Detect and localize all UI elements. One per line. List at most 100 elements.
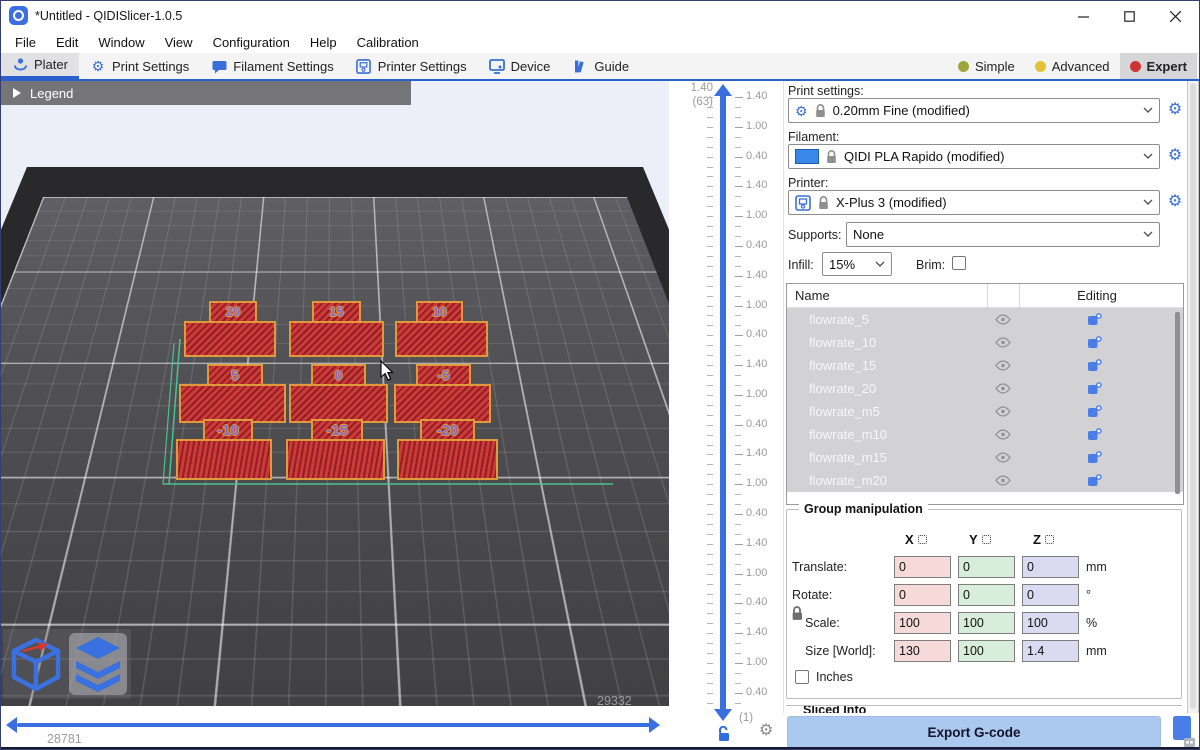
tab-filament-settings[interactable]: Filament Settings — [200, 53, 344, 79]
scale-z-input[interactable] — [1022, 612, 1079, 634]
object-row-flowrate_15[interactable]: flowrate_15 — [787, 354, 1183, 377]
menu-help[interactable]: Help — [300, 35, 347, 50]
maximize-button[interactable] — [1106, 1, 1152, 31]
printer-icon — [356, 58, 372, 74]
axis-reset-icon[interactable] — [982, 535, 991, 544]
visibility-eye-icon[interactable] — [995, 406, 1011, 420]
sizeworld-x-input[interactable] — [894, 640, 951, 662]
visibility-eye-icon[interactable] — [995, 360, 1011, 374]
edit-object-icon[interactable] — [1087, 313, 1102, 329]
layer-slider-track[interactable] — [720, 95, 726, 711]
object-row-flowrate_20[interactable]: flowrate_20 — [787, 377, 1183, 400]
viewport-3d[interactable]: 20151050-5-10-15-20 Legend — [1, 81, 669, 706]
unit-label: ° — [1086, 588, 1091, 602]
rotate-x-input[interactable] — [894, 584, 951, 606]
menu-calibration[interactable]: Calibration — [347, 35, 429, 50]
row-label-translate: Translate: — [792, 560, 847, 574]
infill-dropdown[interactable]: 15% — [822, 252, 892, 276]
3d-view-button[interactable] — [7, 633, 65, 695]
move-slider-track[interactable] — [17, 723, 651, 727]
layer-height-tick-label: 1.40 — [746, 90, 767, 102]
menu-view[interactable]: View — [155, 35, 203, 50]
mode-advanced[interactable]: Advanced — [1025, 53, 1120, 79]
tab-label: Printer Settings — [378, 59, 467, 74]
mode-simple[interactable]: Simple — [948, 53, 1025, 79]
edit-object-icon[interactable] — [1087, 382, 1102, 398]
visibility-eye-icon[interactable] — [995, 429, 1011, 443]
visibility-eye-icon[interactable] — [995, 314, 1011, 328]
panel-scrollbar[interactable] — [1187, 81, 1199, 713]
mode-expert[interactable]: Expert — [1120, 53, 1197, 79]
minimize-button[interactable] — [1060, 1, 1106, 31]
object-row-flowrate_m20[interactable]: flowrate_m20 — [787, 469, 1183, 492]
visibility-eye-icon[interactable] — [995, 337, 1011, 351]
axis-reset-icon[interactable] — [918, 535, 927, 544]
tab-plater[interactable]: Plater — [1, 53, 79, 79]
legend-header[interactable]: Legend — [1, 81, 411, 105]
move-slider-right-arrow[interactable] — [649, 717, 660, 733]
scale-x-input[interactable] — [894, 612, 951, 634]
sizeworld-y-input[interactable] — [958, 640, 1015, 662]
menu-configuration[interactable]: Configuration — [203, 35, 300, 50]
rotate-z-input[interactable] — [1022, 584, 1079, 606]
sizeworld-z-input[interactable] — [1022, 640, 1079, 662]
edit-object-icon[interactable] — [1087, 359, 1102, 375]
printer-icon — [795, 195, 811, 211]
object-row-flowrate_m5[interactable]: flowrate_m5 — [787, 400, 1183, 423]
scale-y-input[interactable] — [958, 612, 1015, 634]
edit-object-icon[interactable] — [1087, 428, 1102, 444]
visibility-eye-icon[interactable] — [995, 383, 1011, 397]
filament-dropdown[interactable]: QIDI PLA Rapido (modified) — [788, 144, 1160, 169]
inches-checkbox[interactable] — [795, 670, 809, 684]
layer-slider-settings-button[interactable]: ⚙ — [759, 723, 773, 739]
mode-label: Advanced — [1052, 59, 1110, 74]
translate-x-input[interactable] — [894, 556, 951, 578]
window-title: *Untitled - QIDISlicer-1.0.5 — [35, 9, 182, 23]
tab-device[interactable]: Device — [478, 53, 562, 79]
lock-icon — [815, 104, 826, 118]
printer-dropdown[interactable]: X-Plus 3 (modified) — [788, 190, 1160, 215]
object-list-scrollbar[interactable] — [1175, 312, 1180, 494]
scale-lock-button[interactable] — [791, 606, 804, 624]
move-slider-left-arrow[interactable] — [6, 717, 17, 733]
menu-edit[interactable]: Edit — [46, 35, 88, 50]
object-row-flowrate_5[interactable]: flowrate_5 — [787, 308, 1183, 331]
brim-checkbox[interactable] — [952, 256, 966, 270]
edit-object-icon[interactable] — [1087, 336, 1102, 352]
expand-arrow-icon — [13, 88, 21, 98]
object-name: flowrate_m15 — [809, 450, 887, 465]
filament-edit-button[interactable]: ⚙ — [1166, 147, 1184, 165]
layer-height-tick-label: 1.40 — [746, 179, 767, 191]
edit-object-icon[interactable] — [1087, 474, 1102, 490]
axis-reset-icon[interactable] — [1045, 535, 1054, 544]
layer-range-lock-button[interactable] — [717, 726, 731, 747]
translate-z-input[interactable] — [1022, 556, 1079, 578]
visibility-eye-icon[interactable] — [995, 452, 1011, 466]
translate-y-input[interactable] — [958, 556, 1015, 578]
qidislicer-window: *Untitled - QIDISlicer-1.0.5 FileEditWin… — [0, 0, 1200, 750]
rotate-y-input[interactable] — [958, 584, 1015, 606]
tab-guide[interactable]: Guide — [561, 53, 640, 79]
edit-object-icon[interactable] — [1087, 451, 1102, 467]
object-row-flowrate_m10[interactable]: flowrate_m10 — [787, 423, 1183, 446]
layer-slider-lower-thumb[interactable] — [714, 709, 732, 721]
export-gcode-button[interactable]: Export G-code — [787, 716, 1161, 748]
layer-height-tick-label: 0.40 — [746, 596, 767, 608]
export-to-removable-button[interactable] — [1167, 715, 1199, 749]
menu-window[interactable]: Window — [88, 35, 154, 50]
supports-value: None — [853, 227, 884, 242]
menu-file[interactable]: File — [5, 35, 46, 50]
object-row-flowrate_10[interactable]: flowrate_10 — [787, 331, 1183, 354]
edit-object-icon[interactable] — [1087, 405, 1102, 421]
print-settings-dropdown[interactable]: ⚙ 0.20mm Fine (modified) — [788, 98, 1160, 123]
object-row-flowrate_m15[interactable]: flowrate_m15 — [787, 446, 1183, 469]
supports-dropdown[interactable]: None — [846, 222, 1160, 247]
preview-layers-button[interactable] — [69, 633, 127, 695]
visibility-eye-icon[interactable] — [995, 475, 1011, 489]
tab-printer-settings[interactable]: Printer Settings — [345, 53, 478, 79]
close-button[interactable] — [1152, 1, 1198, 31]
printer-edit-button[interactable]: ⚙ — [1166, 193, 1184, 211]
print-settings-edit-button[interactable]: ⚙ — [1166, 101, 1184, 119]
tab-print-settings[interactable]: ⚙Print Settings — [79, 53, 200, 79]
object-name: flowrate_5 — [809, 312, 869, 327]
